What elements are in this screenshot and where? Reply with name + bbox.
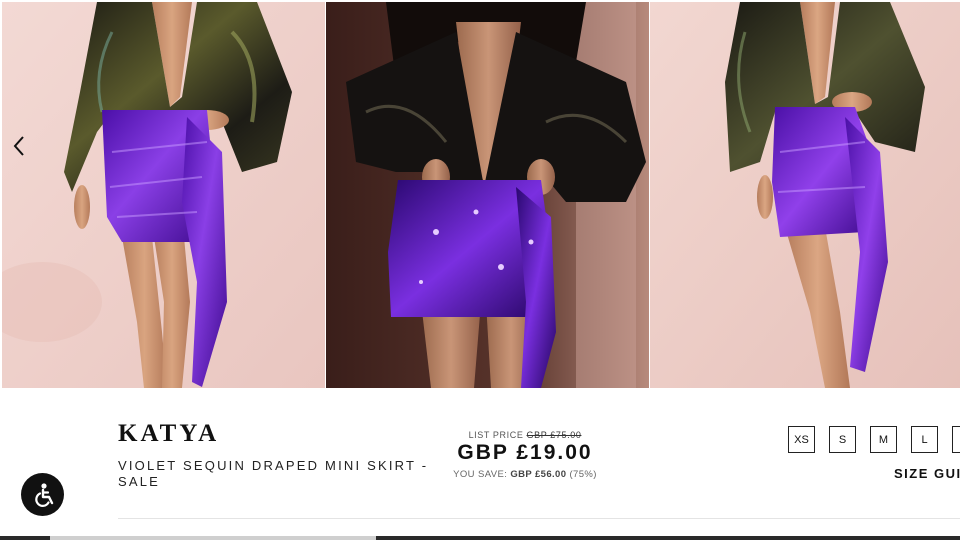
chevron-left-icon [13, 136, 24, 156]
size-guide-link[interactable]: SIZE GUIDE [894, 466, 960, 481]
current-price: GBP £19.00 [457, 441, 593, 464]
size-option-s[interactable]: S [829, 426, 856, 453]
product-photo-side[interactable] [650, 2, 960, 388]
list-price-line: LIST PRICE GBP £75.00 [440, 430, 610, 440]
product-brand: KATYA [118, 420, 220, 447]
carousel-prev-button[interactable] [6, 131, 32, 161]
size-selector: XS S M L [788, 426, 960, 456]
you-save-percent: (75%) [569, 469, 597, 480]
next-section-strip [0, 536, 960, 540]
section-divider [118, 518, 960, 519]
size-option-m[interactable]: M [870, 426, 897, 453]
list-price-value: GBP £75.00 [526, 430, 582, 440]
you-save-amount: GBP £56.00 [510, 469, 567, 480]
size-option-xl[interactable] [952, 426, 960, 453]
you-save-label: YOU SAVE: [453, 469, 508, 480]
price-block: LIST PRICE GBP £75.00 GBP £19.00 YOU SAV… [440, 430, 610, 480]
list-price-label: LIST PRICE [468, 430, 524, 440]
size-option-xs[interactable]: XS [788, 426, 815, 453]
accessibility-button[interactable] [21, 473, 64, 516]
product-photo-front[interactable] [2, 2, 325, 388]
you-save-line: YOU SAVE: GBP £56.00 (75%) [440, 469, 610, 480]
size-option-l[interactable]: L [911, 426, 938, 453]
accessibility-icon [34, 482, 53, 507]
product-photo-model[interactable] [326, 2, 649, 388]
product-image-gallery [0, 0, 960, 388]
product-title: VIOLET SEQUIN DRAPED MINI SKIRT - SALE [118, 458, 429, 489]
